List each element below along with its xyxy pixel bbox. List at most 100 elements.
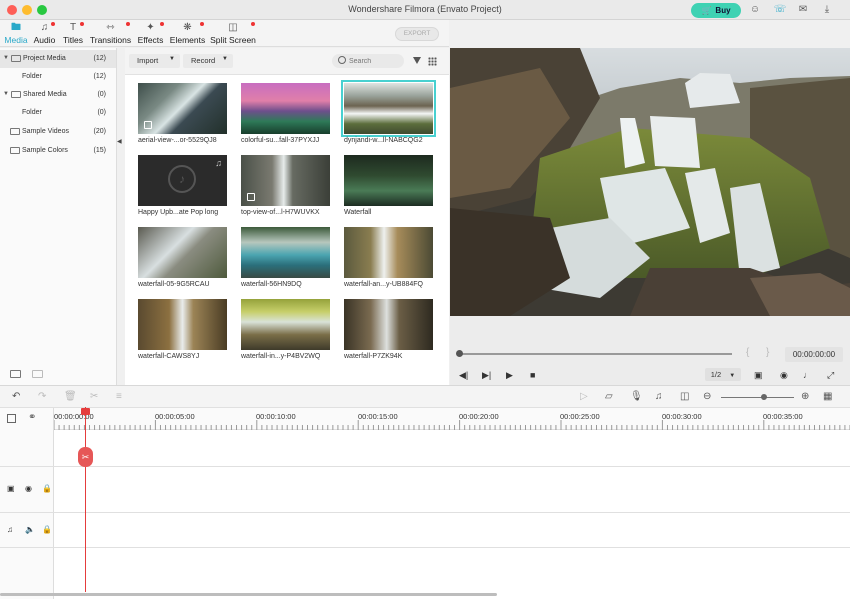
play-icon[interactable]: ▶	[506, 370, 513, 381]
media-caption: waterfall-an...y-UB884FQ	[344, 281, 423, 288]
media-caption: waterfall-P7ZK94K	[344, 353, 403, 360]
scrubber-track[interactable]	[460, 353, 732, 355]
media-caption: waterfall-05-9G5RCAU	[138, 281, 210, 288]
timeline-horizontal-scrollbar[interactable]	[0, 593, 497, 596]
download-icon[interactable]: ⤓	[820, 3, 834, 17]
media-thumbnail	[341, 80, 436, 137]
marker-icon[interactable]: ▱	[605, 391, 613, 402]
timecode-display: 00:00:00:00	[785, 347, 843, 362]
audio-disc-icon: ♪	[168, 165, 196, 193]
zoom-slider-handle[interactable]	[761, 394, 767, 400]
library-shared-folder[interactable]: Folder (0)	[0, 104, 116, 122]
tab-media[interactable]: 🖿 Media	[3, 20, 29, 47]
track-settings-icon[interactable]: ▦	[823, 391, 832, 402]
folder-icon	[10, 128, 20, 135]
delete-icon[interactable]: 🗑	[64, 391, 77, 402]
tab-split-screen[interactable]: ◫ Split Screen	[209, 20, 257, 47]
playback-ratio-select[interactable]: 1/2 ▼	[705, 368, 741, 381]
export-button[interactable]: EXPORT	[395, 27, 439, 41]
undo-icon[interactable]: ↶	[12, 391, 20, 402]
main-tabs: 🖿 Media ♫ Audio T Titles ⇿ Transitions ✦…	[0, 20, 449, 47]
new-folder-icon[interactable]	[10, 370, 21, 378]
speaker-icon[interactable]: 🔈	[25, 525, 35, 534]
scissors-icon[interactable]: ✂	[78, 447, 93, 467]
library-sample-colors[interactable]: Sample Colors (15)	[0, 142, 116, 160]
cut-icon[interactable]: ✂	[90, 391, 98, 402]
display-settings-icon[interactable]: ▣	[754, 370, 763, 381]
library-panel: ▼ Project Media (12) Folder (12) ▼ Share…	[0, 48, 117, 385]
folder-icon	[10, 147, 20, 154]
volume-icon[interactable]: ♩	[803, 370, 812, 380]
buy-label: Buy	[715, 6, 731, 15]
zoom-in-icon[interactable]: ⊕	[801, 391, 809, 402]
lock-icon[interactable]: 🔒	[42, 484, 52, 493]
mark-out-bracket-icon[interactable]: }	[766, 347, 769, 358]
tab-titles[interactable]: T Titles	[60, 20, 86, 47]
snapshot-camera-icon[interactable]: ◉	[780, 370, 788, 381]
render-preview-icon[interactable]: ▷	[580, 391, 588, 402]
playhead-handle[interactable]	[81, 408, 90, 415]
import-dropdown[interactable]: Import ▼	[129, 54, 180, 68]
effects-wand-icon: ✦	[135, 20, 166, 35]
library-item-count: (20)	[93, 128, 106, 135]
record-dropdown[interactable]: Record ▼	[183, 54, 233, 68]
visibility-eye-icon[interactable]: ◉	[25, 484, 32, 493]
detach-icon[interactable]: ◫	[680, 391, 689, 402]
expand-arrow-icon[interactable]: ▼	[3, 55, 9, 61]
ruler-time-label: 00:00:30:00	[662, 412, 702, 421]
timeline-toolbar: ↶ ↷ 🗑 ✂ ≡ ▷ ▱ 🎙 ♫ ◫ ⊖ ⊕ ▦	[0, 386, 850, 408]
import-label: Import	[137, 56, 159, 65]
library-item-label: Shared Media	[23, 91, 67, 98]
collapse-panel-arrow-icon[interactable]: ◀	[117, 138, 122, 145]
media-caption: dynjandi-w...ll-NABCQG2	[344, 137, 423, 144]
zoom-out-icon[interactable]: ⊖	[703, 391, 711, 402]
mail-icon[interactable]: ✉	[796, 3, 810, 17]
tab-audio-label: Audio	[33, 35, 56, 45]
library-project-folder[interactable]: Folder (12)	[0, 68, 116, 86]
stop-icon[interactable]: ■	[530, 370, 535, 380]
music-note-icon: ♫	[32, 20, 57, 35]
media-library: Import ▼ Record ▼ aerial-view-...or-5529…	[125, 48, 449, 385]
folder-icon: 🖿	[11, 22, 21, 33]
add-track-icon[interactable]	[7, 414, 16, 423]
grid-view-icon[interactable]	[428, 57, 437, 66]
lock-icon[interactable]: 🔒	[42, 525, 52, 534]
media-thumbnail	[241, 155, 330, 206]
mark-in-bracket-icon[interactable]: {	[746, 347, 749, 358]
adjust-icon[interactable]: ≡	[116, 391, 122, 402]
support-headset-icon[interactable]: ☏	[773, 3, 787, 17]
folder-outline-icon[interactable]	[32, 370, 43, 378]
microphone-icon[interactable]: 🎙	[630, 391, 643, 402]
playhead-line[interactable]	[85, 407, 86, 592]
tab-transitions[interactable]: ⇿ Transitions	[89, 20, 132, 47]
library-sample-videos[interactable]: Sample Videos (20)	[0, 123, 116, 141]
redo-icon[interactable]: ↷	[38, 391, 46, 402]
account-icon[interactable]: ☺	[748, 3, 762, 17]
zoom-slider-track[interactable]	[721, 397, 794, 398]
tab-elements[interactable]: ❋ Elements	[169, 20, 206, 47]
step-back-icon[interactable]: ◀|	[459, 370, 468, 381]
track-row-effects	[0, 430, 850, 467]
library-shared-media[interactable]: ▼ Shared Media (0)	[0, 86, 116, 104]
title-bar: Wondershare Filmora (Envato Project) 🛒 B…	[0, 0, 850, 20]
audio-mixer-icon[interactable]: ♫	[655, 391, 663, 402]
fullscreen-icon[interactable]: ⤢	[827, 370, 834, 381]
track-row-audio: ♫ 🔈 🔒	[0, 513, 850, 548]
link-icon[interactable]: ⚭	[28, 412, 36, 423]
library-item-count: (0)	[97, 109, 106, 116]
buy-button[interactable]: 🛒 Buy	[691, 3, 741, 18]
media-thumbnail	[138, 83, 227, 134]
tab-audio[interactable]: ♫ Audio	[32, 20, 57, 47]
scrubber-handle[interactable]	[456, 350, 463, 357]
elements-icon: ❋	[169, 20, 206, 35]
ruler-time-label: 00:00:10:00	[256, 412, 296, 421]
expand-arrow-icon[interactable]: ▼	[3, 91, 9, 97]
tab-media-label: Media	[4, 35, 28, 45]
tab-effects[interactable]: ✦ Effects	[135, 20, 166, 47]
play-pause-icon[interactable]: ▶|	[482, 370, 491, 381]
filter-icon[interactable]	[413, 57, 421, 64]
library-project-media[interactable]: ▼ Project Media (12)	[0, 50, 116, 68]
ruler-time-label: 00:00:15:00	[358, 412, 398, 421]
video-badge-icon	[144, 121, 152, 129]
timeline-ruler[interactable]: 00:00:00:00 00:00:05:00 00:00:10:00 00:0…	[54, 408, 850, 430]
